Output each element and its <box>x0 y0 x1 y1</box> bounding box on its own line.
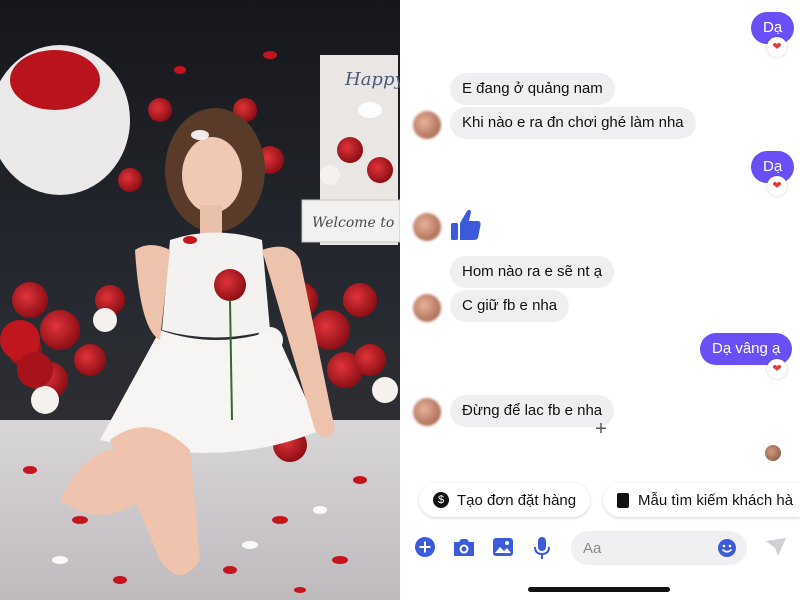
message-incoming: Khi nào e ra đn chơi ghé làm nha <box>450 107 696 139</box>
seen-avatar <box>765 445 781 461</box>
document-icon <box>617 492 629 508</box>
plus-circle-icon[interactable] <box>414 536 436 558</box>
search-template-label: Mẫu tìm kiếm khách hà <box>638 491 794 509</box>
image-icon[interactable] <box>492 536 514 558</box>
message-text: Khi nào e ra đn chơi ghé làm nha <box>462 114 684 131</box>
heart-reaction-icon[interactable]: ❤ <box>767 176 787 196</box>
camera-icon[interactable] <box>452 536 476 558</box>
reaction-glyph: ❤ <box>772 363 782 375</box>
heart-reaction-icon[interactable]: ❤ <box>767 37 787 57</box>
send-icon[interactable] <box>765 537 787 557</box>
dollar-icon: $ <box>433 492 449 508</box>
happy-sign-text: Happy <box>344 69 400 90</box>
contact-avatar[interactable] <box>413 213 441 241</box>
thumbs-up-icon <box>451 209 481 240</box>
emoji-icon[interactable] <box>717 538 737 558</box>
event-photo: Happy Welcome to <box>0 0 400 600</box>
message-text: Dạ <box>763 158 783 175</box>
messenger-chat: Dạ ❤ E đang ở quảng nam Khi nào e ra đn … <box>403 0 800 600</box>
message-text: Hom nào ra e sẽ nt ạ <box>462 263 603 280</box>
message-text: C giữ fb e nha <box>462 297 558 314</box>
add-reaction-icon[interactable]: + <box>591 419 611 439</box>
message-composer[interactable] <box>571 531 747 565</box>
message-incoming: Hom nào ra e sẽ nt ạ <box>450 256 615 288</box>
contact-avatar[interactable] <box>413 294 441 322</box>
contact-avatar[interactable] <box>413 398 441 426</box>
contact-avatar[interactable] <box>413 111 441 139</box>
message-text: Đừng để lac fb e nha <box>462 402 603 419</box>
create-order-button[interactable]: $ Tạo đơn đặt hàng <box>419 483 591 517</box>
event-photo-illustration: Happy Welcome to <box>0 0 400 600</box>
microphone-icon[interactable] <box>533 536 551 560</box>
message-incoming: C giữ fb e nha <box>450 290 570 322</box>
create-order-label: Tạo đơn đặt hàng <box>457 491 577 509</box>
search-template-button[interactable]: Mẫu tìm kiếm khách hà <box>603 483 800 517</box>
message-text: Dạ <box>763 19 783 36</box>
reaction-glyph: ❤ <box>772 180 782 192</box>
message-text: Dạ vâng ạ <box>712 340 781 357</box>
message-text: E đang ở quảng nam <box>462 80 603 97</box>
message-input[interactable] <box>571 531 725 565</box>
message-incoming: E đang ở quảng nam <box>450 73 615 105</box>
welcome-sign-text: Welcome to <box>312 215 394 231</box>
heart-reaction-icon[interactable]: ❤ <box>767 359 787 379</box>
reaction-glyph: ❤ <box>772 41 782 53</box>
message-incoming: Đừng để lac fb e nha <box>450 395 615 427</box>
home-indicator <box>528 587 670 592</box>
